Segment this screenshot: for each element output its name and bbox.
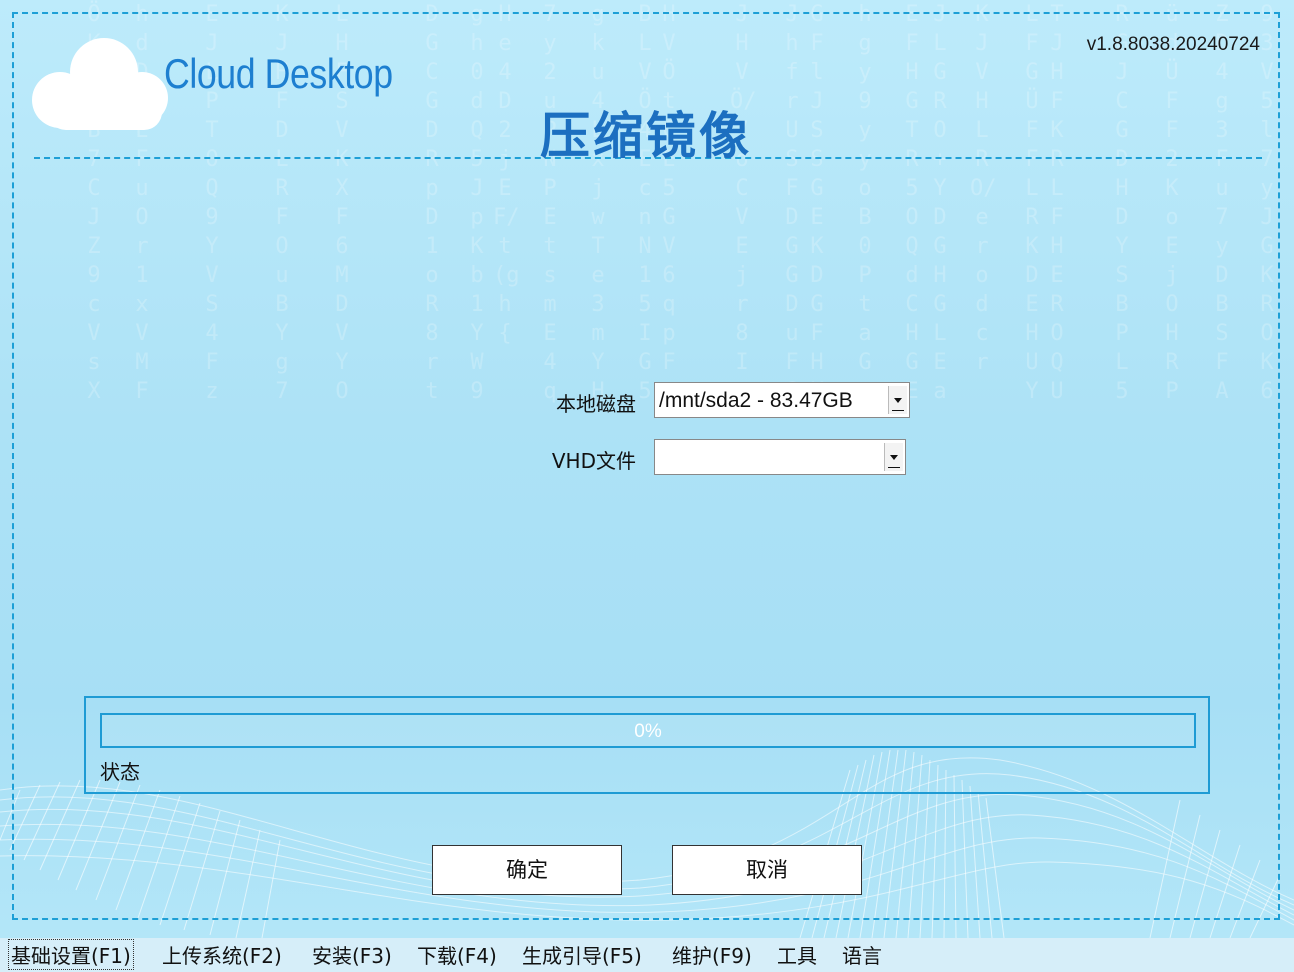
bottom-menu-bar: 基础设置(F1) 上传系统(F2) 安装(F3) 下载(F4) 生成引导(F5)…	[0, 938, 1294, 972]
menu-download[interactable]: 下载(F4)	[417, 940, 497, 969]
page-title: 压缩镜像	[540, 107, 752, 165]
progress-bar: 0%	[100, 713, 1196, 748]
menu-install[interactable]: 安装(F3)	[312, 940, 392, 969]
chevron-down-icon[interactable]	[884, 443, 903, 471]
vhd-file-select[interactable]	[654, 439, 906, 475]
status-label: 状态	[100, 760, 140, 784]
main-window: ÖKhGB7CJZ9cVsX hdDQEFuOr1xVMF EJLPTOQ9YV…	[0, 0, 1294, 938]
vhd-file-label: VHD文件	[551, 449, 636, 473]
cancel-button[interactable]: 取消	[672, 845, 862, 895]
progress-panel: 0% 状态	[84, 696, 1210, 794]
menu-basic-settings[interactable]: 基础设置(F1)	[8, 939, 134, 970]
menu-tools[interactable]: 工具	[777, 940, 817, 969]
local-disk-select[interactable]: /mnt/sda2 - 83.47GB	[654, 382, 910, 418]
menu-maintenance[interactable]: 维护(F9)	[672, 940, 752, 969]
menu-language[interactable]: 语言	[842, 940, 882, 969]
menu-generate-boot[interactable]: 生成引导(F5)	[522, 940, 642, 969]
menu-upload-system[interactable]: 上传系统(F2)	[162, 940, 282, 969]
cloud-logo-icon	[32, 38, 168, 130]
progress-text: 0%	[634, 721, 662, 742]
version-label: v1.8.8038.20240724	[1086, 34, 1260, 55]
brand-logo-text: Cloud Desktop	[164, 50, 393, 97]
confirm-button[interactable]: 确定	[432, 845, 622, 895]
chevron-down-icon[interactable]	[888, 386, 907, 414]
local-disk-label: 本地磁盘	[556, 392, 636, 416]
local-disk-value: /mnt/sda2 - 83.47GB	[659, 389, 853, 412]
